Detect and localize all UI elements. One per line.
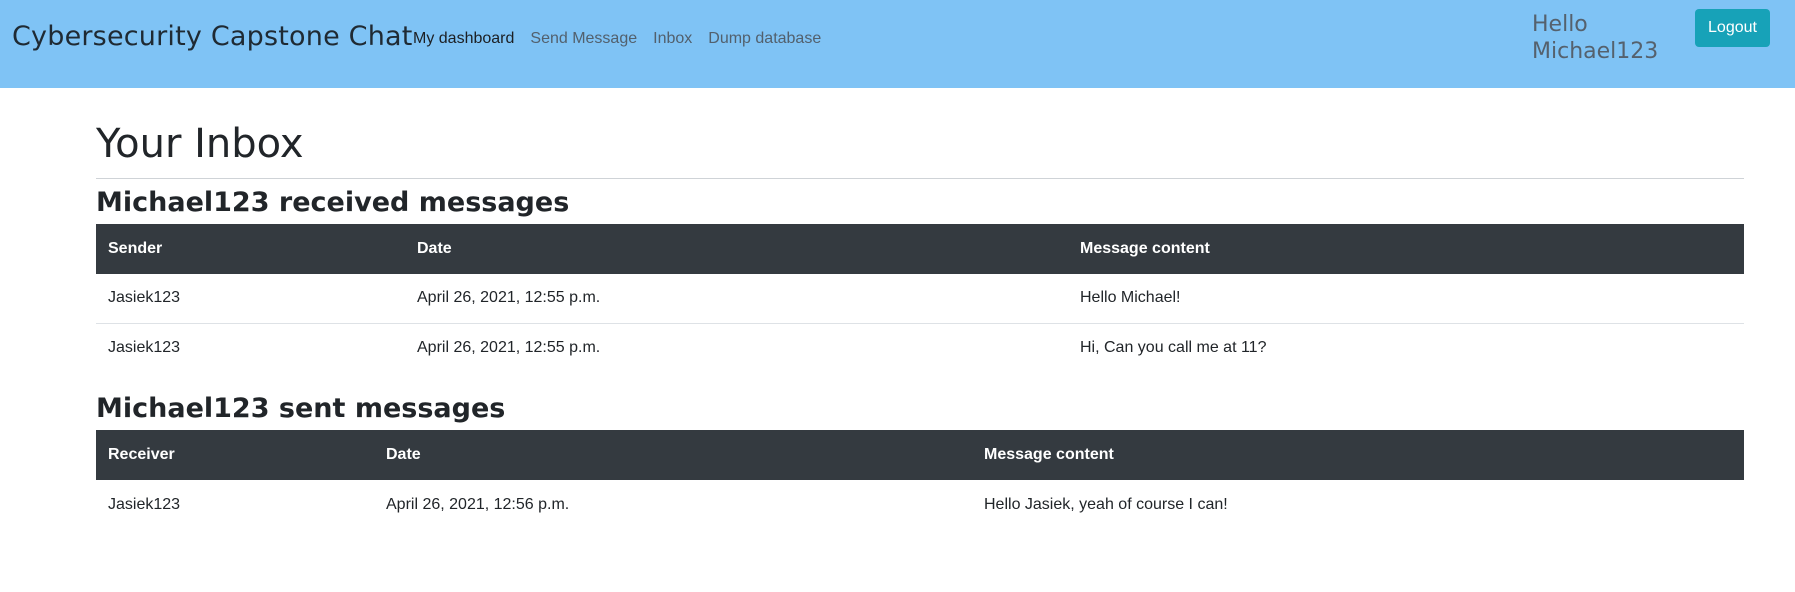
- message-cell: Hello Michael!: [1080, 289, 1181, 307]
- main-content: Your Inbox Michael123 received messages …: [96, 88, 1744, 529]
- column-header-receiver: Receiver: [96, 430, 374, 480]
- title-divider: [96, 178, 1744, 179]
- page-title: Your Inbox: [96, 121, 304, 167]
- sent-section-title: Michael123 sent messages: [96, 391, 1744, 430]
- received-title-suffix: received messages: [278, 187, 570, 218]
- message-cell: Hi, Can you call me at 11?: [1068, 322, 1744, 372]
- navbar: Cybersecurity Capstone Chat My dashboard…: [0, 0, 1795, 88]
- sender-cell: Jasiek123: [108, 289, 181, 307]
- user-greeting: Hello Michael123: [1532, 12, 1659, 64]
- table-row: Jasiek123 April 26, 2021, 12:55 p.m. Hel…: [96, 274, 1744, 323]
- nav-link-inbox[interactable]: Inbox: [653, 30, 692, 48]
- column-header-message-content: Message content: [972, 430, 1744, 480]
- nav-links: My dashboard Send Message Inbox Dump dat…: [413, 30, 837, 48]
- received-username: Michael123: [96, 187, 270, 218]
- table-header-row: Receiver Date Message content: [96, 430, 1744, 480]
- column-header-date: Date: [405, 224, 1068, 274]
- receiver-cell: Jasiek123: [108, 495, 181, 513]
- date-cell: April 26, 2021, 12:56 p.m.: [386, 495, 570, 513]
- column-header-date: Date: [374, 430, 972, 480]
- table-header-row: Sender Date Message content: [96, 224, 1744, 274]
- message-cell: Hello Jasiek, yeah of course I can!: [984, 495, 1228, 513]
- sent-messages-table: Receiver Date Message content Jasiek123 …: [96, 430, 1744, 529]
- nav-link-dump-database[interactable]: Dump database: [708, 30, 821, 48]
- nav-link-my-dashboard[interactable]: My dashboard: [413, 30, 514, 48]
- date-cell: April 26, 2021, 12:55 p.m.: [405, 322, 1068, 372]
- column-header-message-content: Message content: [1068, 224, 1744, 274]
- table-row: Jasiek123 April 26, 2021, 12:56 p.m. Hel…: [96, 480, 1744, 529]
- sent-username: Michael123: [96, 393, 270, 424]
- received-section-title: Michael123 received messages: [96, 185, 1744, 224]
- logout-button[interactable]: Logout: [1695, 9, 1770, 47]
- nav-link-send-message[interactable]: Send Message: [530, 30, 637, 48]
- sender-cell: Jasiek123: [96, 322, 405, 372]
- table-row: Jasiek123 April 26, 2021, 12:55 p.m. Hi,…: [96, 322, 1744, 372]
- date-cell: April 26, 2021, 12:55 p.m.: [417, 289, 601, 307]
- column-header-sender: Sender: [96, 224, 405, 274]
- brand-title[interactable]: Cybersecurity Capstone Chat: [12, 21, 413, 52]
- received-messages-table: Sender Date Message content Jasiek123 Ap…: [96, 224, 1744, 372]
- sent-title-suffix: sent messages: [278, 393, 506, 424]
